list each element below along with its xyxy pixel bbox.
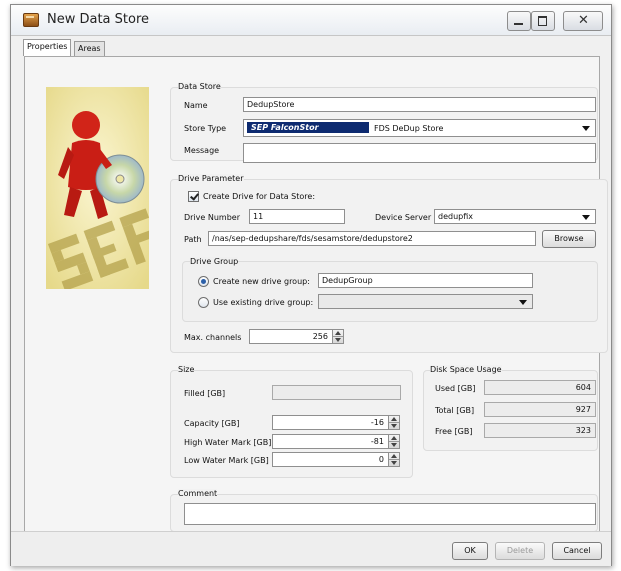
- existing-drive-group-select[interactable]: [318, 294, 533, 309]
- comment-group-label: Comment: [178, 489, 218, 498]
- device-server-label: Device Server: [375, 213, 432, 222]
- chevron-down-icon: [582, 215, 590, 220]
- minimize-icon: [514, 23, 523, 25]
- max-channels-label: Max. channels: [184, 333, 242, 342]
- create-drive-checkbox[interactable]: [188, 191, 199, 202]
- drive-number-label: Drive Number: [184, 213, 241, 222]
- low-water-mark-label: Low Water Mark [GB]: [184, 456, 269, 465]
- drive-number-input[interactable]: 11: [249, 209, 345, 224]
- tab-properties[interactable]: Properties: [23, 39, 72, 56]
- filled-field: [272, 385, 401, 400]
- browse-button[interactable]: Browse: [542, 230, 596, 248]
- close-button[interactable]: ✕: [563, 11, 603, 31]
- ok-button[interactable]: OK: [452, 542, 488, 560]
- create-drive-label: Create Drive for Data Store:: [203, 192, 316, 201]
- falconstor-logo: SEP FalconStor: [247, 122, 369, 133]
- drive-parameter-group-label: Drive Parameter: [178, 174, 244, 183]
- message-input[interactable]: [243, 143, 596, 163]
- total-field: 927: [484, 402, 596, 417]
- sep-figure-with-disc-icon: [46, 87, 149, 289]
- use-existing-drive-group-label: Use existing drive group:: [213, 298, 314, 307]
- create-new-drive-group-label: Create new drive group:: [213, 277, 310, 286]
- title-bar: New Data Store ✕: [11, 5, 611, 36]
- low-water-mark-spinner[interactable]: [388, 452, 400, 467]
- maximize-icon: [538, 16, 547, 26]
- data-store-icon: [23, 13, 39, 27]
- path-label: Path: [184, 235, 202, 244]
- max-channels-input[interactable]: 256: [249, 329, 333, 344]
- capacity-input[interactable]: -16: [272, 415, 389, 430]
- device-server-select[interactable]: dedupfix: [434, 209, 596, 224]
- high-water-mark-label: High Water Mark [GB]: [184, 438, 272, 447]
- total-label: Total [GB]: [435, 406, 475, 415]
- used-label: Used [GB]: [435, 384, 476, 393]
- window-title: New Data Store: [47, 12, 150, 27]
- disk-space-usage-group-label: Disk Space Usage: [430, 365, 502, 374]
- properties-panel: Data Store Name DedupStore Store Type SE…: [24, 56, 608, 532]
- chevron-down-icon: [582, 126, 590, 131]
- store-type-value: FDS DeDup Store: [374, 124, 444, 133]
- high-water-mark-spinner[interactable]: [388, 434, 400, 449]
- filled-label: Filled [GB]: [184, 389, 226, 398]
- free-field: 323: [484, 423, 596, 438]
- new-data-store-dialog: New Data Store ✕ Properties Areas Data S…: [10, 4, 612, 566]
- store-type-label: Store Type: [184, 124, 227, 133]
- data-store-group-label: Data Store: [178, 82, 221, 91]
- maximize-button[interactable]: [531, 11, 555, 31]
- delete-button[interactable]: Delete: [495, 542, 545, 560]
- used-field: 604: [484, 380, 596, 395]
- create-new-drive-group-radio[interactable]: [198, 276, 209, 287]
- drive-group-group: [182, 261, 598, 322]
- name-label: Name: [184, 101, 208, 110]
- high-water-mark-input[interactable]: -81: [272, 434, 389, 449]
- tab-areas[interactable]: Areas: [74, 41, 105, 56]
- illustration-image: [46, 87, 149, 289]
- free-label: Free [GB]: [435, 427, 473, 436]
- max-channels-spinner[interactable]: [332, 329, 344, 344]
- capacity-label: Capacity [GB]: [184, 419, 240, 428]
- close-icon: ✕: [578, 13, 589, 28]
- store-type-select[interactable]: SEP FalconStor FDS DeDup Store: [243, 119, 596, 137]
- new-drive-group-input[interactable]: DedupGroup: [318, 273, 533, 288]
- minimize-button[interactable]: [507, 11, 531, 31]
- comment-input[interactable]: [184, 503, 596, 525]
- device-server-value: dedupfix: [438, 212, 473, 221]
- message-label: Message: [184, 146, 220, 155]
- name-input[interactable]: DedupStore: [243, 97, 596, 112]
- use-existing-drive-group-radio[interactable]: [198, 297, 209, 308]
- size-group-label: Size: [178, 365, 195, 374]
- capacity-spinner[interactable]: [388, 415, 400, 430]
- drive-group-label: Drive Group: [190, 257, 239, 266]
- cancel-button[interactable]: Cancel: [552, 542, 602, 560]
- path-input[interactable]: /nas/sep-dedupshare/fds/sesamstore/dedup…: [208, 231, 536, 246]
- chevron-down-icon: [519, 300, 527, 305]
- low-water-mark-input[interactable]: 0: [272, 452, 389, 467]
- button-bar: OK Delete Cancel: [11, 531, 611, 566]
